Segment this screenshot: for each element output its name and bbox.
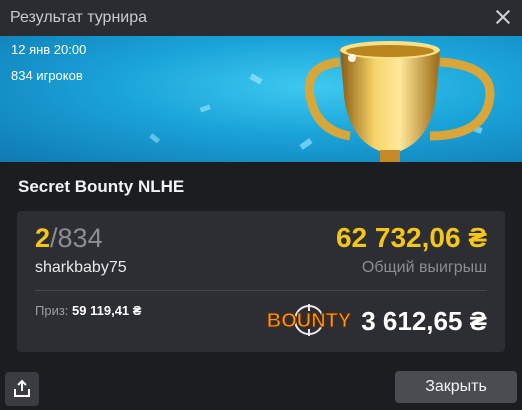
tournament-name: Secret Bounty NLHE bbox=[18, 177, 185, 196]
finish-place: 2/834 bbox=[35, 223, 103, 254]
players-count: 834 игроков bbox=[11, 68, 83, 83]
share-button[interactable] bbox=[5, 372, 39, 406]
divider bbox=[35, 290, 487, 291]
total-win-label: Общий выигрыш bbox=[361, 259, 487, 276]
place-total: /834 bbox=[50, 223, 103, 253]
tournament-date: 12 янв 20:00 bbox=[11, 42, 87, 57]
username: sharkbaby75 bbox=[35, 259, 127, 276]
prize-label: Приз: bbox=[35, 303, 69, 318]
tournament-banner: 12 янв 20:00 834 игроков bbox=[0, 36, 522, 162]
prize: Приз: 59 119,41 ₴ bbox=[35, 303, 141, 318]
window-title: Результат турнира bbox=[10, 9, 148, 26]
bounty-value: 3 612,65 ₴ bbox=[361, 306, 487, 336]
bounty-logo: BOUNTY bbox=[267, 304, 351, 336]
close-button[interactable]: Закрыть bbox=[395, 371, 517, 403]
share-icon bbox=[14, 379, 30, 397]
close-icon[interactable] bbox=[492, 6, 514, 28]
total-win-amount: 62 732,06 ₴ bbox=[335, 222, 487, 253]
title-bar: Результат турнира bbox=[0, 0, 522, 36]
bounty-logo-text: BOUNTY bbox=[267, 310, 351, 332]
place-number: 2 bbox=[35, 223, 51, 253]
prize-value: 59 119,41 ₴ bbox=[72, 303, 142, 318]
result-card: 2/834 sharkbaby75 62 732,06 ₴ Общий выиг… bbox=[17, 211, 505, 352]
